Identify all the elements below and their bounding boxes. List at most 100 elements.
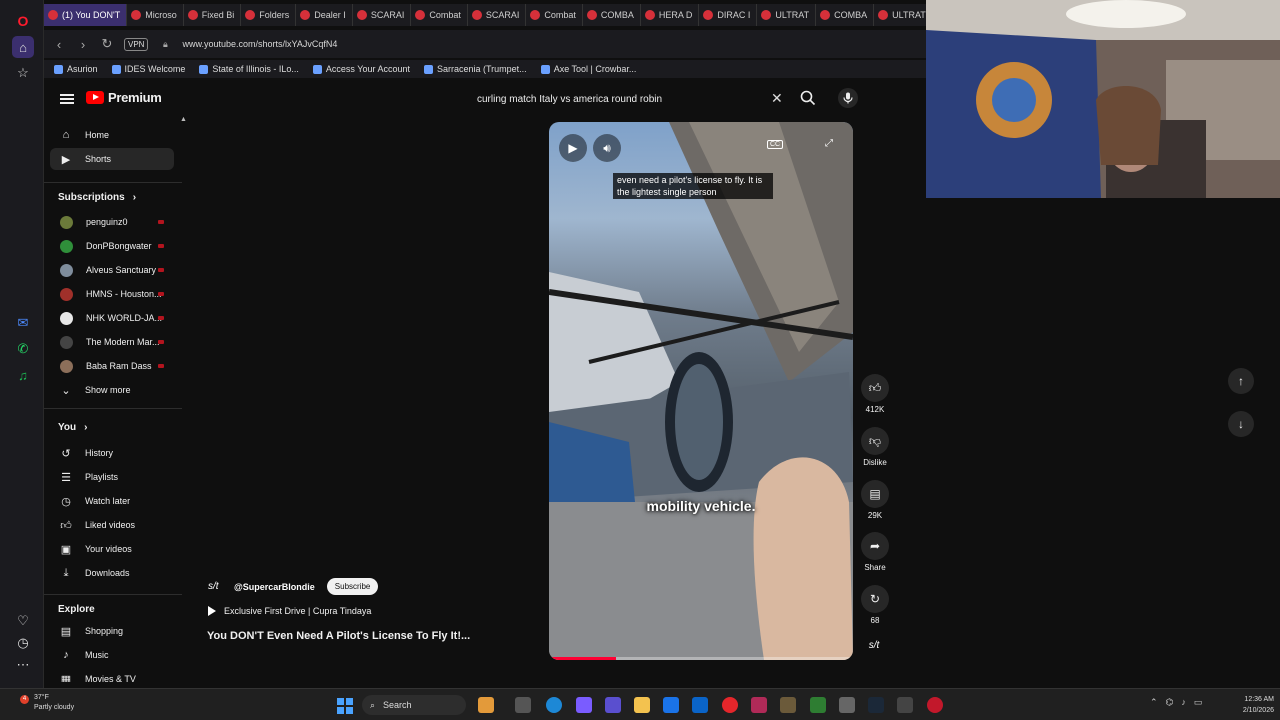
mic-icon[interactable] — [838, 88, 858, 108]
sidebar-scroll-up-icon[interactable]: ▲ — [180, 116, 187, 123]
sidebar-item[interactable]: 👍︎ Liked videos — [50, 514, 174, 536]
captions-button[interactable]: CC — [767, 140, 784, 149]
play-button[interactable]: ▶ — [559, 134, 587, 162]
weather-widget[interactable]: 4 37°F Partly cloudy — [14, 693, 74, 713]
sidebar-item[interactable]: ▦ Movies & TV — [50, 668, 174, 683]
next-short-button[interactable]: ↓ — [1228, 411, 1254, 437]
app-red-icon[interactable] — [927, 697, 943, 713]
url-field[interactable]: www.youtube.com/shorts/lxYAJvCqfN4 — [182, 39, 337, 49]
opera-gx-app-icon[interactable] — [751, 697, 767, 713]
progress-bar[interactable] — [549, 657, 853, 660]
sidebar-item[interactable]: Alveus Sanctuary — [50, 259, 174, 281]
bookmark-icon[interactable]: ☆ — [12, 62, 34, 84]
like-button[interactable]: 👍︎ 412K — [860, 374, 890, 414]
more-icon[interactable]: ⋯ — [12, 654, 34, 676]
file-explorer-icon[interactable] — [634, 697, 650, 713]
previous-short-button[interactable]: ↑ — [1228, 368, 1254, 394]
bookmark-item[interactable]: Sarracenia (Trumpet... — [423, 64, 527, 74]
bookmark-item[interactable]: State of Illinois - ILo... — [199, 64, 299, 74]
sidebar-item[interactable]: DonPBongwater — [50, 235, 174, 257]
app-icon[interactable] — [780, 697, 796, 713]
remix-button[interactable]: ↻ 68 — [860, 585, 890, 625]
copilot-icon[interactable] — [576, 697, 592, 713]
sidebar-item[interactable]: ▤ Shopping — [50, 620, 174, 642]
terminal-app-icon[interactable] — [897, 697, 913, 713]
edge-app-icon[interactable] — [546, 697, 562, 713]
settings-app-icon[interactable] — [839, 697, 855, 713]
browser-tab[interactable]: SCARAI — [353, 4, 412, 26]
comments-button[interactable]: ▤ 29K — [860, 480, 890, 520]
messenger-icon[interactable]: ✉ — [12, 312, 34, 334]
search-input[interactable]: curling match Italy vs america round rob… — [468, 86, 794, 112]
bookmark-item[interactable]: Axe Tool | Crowbar... — [540, 64, 636, 74]
home-icon[interactable]: ⌂ — [12, 36, 34, 58]
browser-tab[interactable]: Fixed Bi — [184, 4, 242, 26]
subscribe-button[interactable]: Subscribe — [326, 578, 379, 595]
sidebar-item[interactable]: ▶ Shorts — [50, 148, 174, 170]
network-icon[interactable]: ⌬ — [1166, 697, 1174, 708]
store-app-icon[interactable] — [663, 697, 679, 713]
browser-tab[interactable]: Microso — [127, 4, 184, 26]
channel-name[interactable]: @SupercarBlondie — [234, 582, 315, 592]
teams-app-icon[interactable] — [605, 697, 621, 713]
sidebar-item[interactable]: HMNS - Houston... — [50, 283, 174, 305]
opera-logo-icon[interactable]: O — [12, 10, 34, 32]
sidebar-item[interactable]: ☰ Playlists — [50, 466, 174, 488]
browser-tab[interactable]: (1) You DON'T — [44, 4, 128, 26]
sidebar-item[interactable]: ⤓ Downloads — [50, 562, 174, 584]
outlook-app-icon[interactable] — [692, 697, 708, 713]
sidebar-item[interactable]: ▣ Your videos — [50, 538, 174, 560]
vpn-badge[interactable]: VPN — [124, 37, 149, 51]
playlist-link[interactable]: Exclusive First Drive | Cupra Tindaya — [208, 606, 371, 616]
browser-tab[interactable]: COMBA — [816, 4, 875, 26]
bookmark-item[interactable]: Access Your Account — [312, 64, 410, 74]
clock[interactable]: 12:36 AM 2/10/2026 — [1228, 694, 1274, 716]
volume-button[interactable]: 🔊︎ — [593, 134, 621, 162]
reload-icon[interactable]: ↻ — [100, 36, 114, 52]
opera-app-icon[interactable] — [722, 697, 738, 713]
sidebar-item[interactable]: ◷ Watch later — [50, 490, 174, 512]
browser-tab[interactable]: ULTRAT — [874, 4, 926, 26]
dislike-button[interactable]: 👎︎ Dislike — [860, 427, 890, 467]
menu-icon[interactable] — [60, 92, 74, 106]
fullscreen-icon[interactable]: ⤢ — [825, 138, 833, 149]
browser-tab[interactable]: ULTRAT — [757, 4, 817, 26]
sidebar-item[interactable]: The Modern Mar... — [50, 331, 174, 353]
windows-start-icon[interactable] — [337, 698, 353, 714]
sidebar-item[interactable]: Baba Ram Dass — [50, 355, 174, 377]
sidebar-item[interactable]: ↺ History — [50, 442, 174, 464]
volume-icon[interactable]: ♪ — [1181, 697, 1186, 708]
browser-tab[interactable]: Combat — [411, 4, 468, 26]
clear-search-icon[interactable]: ✕ — [771, 90, 783, 107]
search-icon[interactable] — [798, 88, 818, 108]
spotify-icon[interactable]: ♫ — [12, 364, 34, 386]
share-button[interactable]: ➦ Share — [860, 532, 890, 572]
steam-app-icon[interactable] — [868, 697, 884, 713]
history-clock-icon[interactable]: ◷ — [12, 632, 34, 654]
sidebar-item[interactable]: ♪ Music — [50, 644, 174, 666]
sound-channel-icon[interactable]: s/t — [864, 640, 884, 658]
explore-header[interactable]: Explore — [58, 604, 95, 615]
short-title[interactable]: You DON'T Even Need A Pilot's License To… — [207, 630, 470, 642]
youtube-logo[interactable]: Premium — [86, 90, 162, 105]
bookmark-item[interactable]: Asurion — [54, 64, 98, 74]
whatsapp-icon[interactable]: ✆ — [12, 338, 34, 360]
forward-icon[interactable]: › — [76, 37, 90, 52]
task-view-icon[interactable] — [515, 697, 531, 713]
chevron-up-icon[interactable]: ⌃ — [1150, 697, 1158, 708]
browser-tab[interactable]: Folders — [241, 4, 297, 26]
sidebar-item[interactable]: ⌂ Home — [50, 124, 174, 146]
sidebar-item[interactable]: penguinz0 — [50, 211, 174, 233]
browser-tab[interactable]: SCARAI — [468, 4, 527, 26]
subscriptions-header[interactable]: Subscriptions › — [58, 192, 136, 203]
bookmark-item[interactable]: IDES Welcome — [111, 64, 185, 74]
short-video-player[interactable]: ▶ 🔊︎ CC ⤢ even need a pilot's license to… — [549, 122, 853, 660]
heart-icon[interactable]: ♡ — [12, 610, 34, 632]
sidebar-item[interactable]: NHK WORLD-JA... — [50, 307, 174, 329]
browser-tab[interactable]: HERA D — [641, 4, 700, 26]
show-more-button[interactable]: ⌄ Show more — [50, 379, 174, 401]
browser-tab[interactable]: COMBA — [583, 4, 641, 26]
taskbar-search[interactable]: ⌕ Search — [362, 695, 466, 715]
browser-tab[interactable]: DIRAC I — [699, 4, 758, 26]
channel-logo[interactable]: s/t — [208, 581, 226, 592]
